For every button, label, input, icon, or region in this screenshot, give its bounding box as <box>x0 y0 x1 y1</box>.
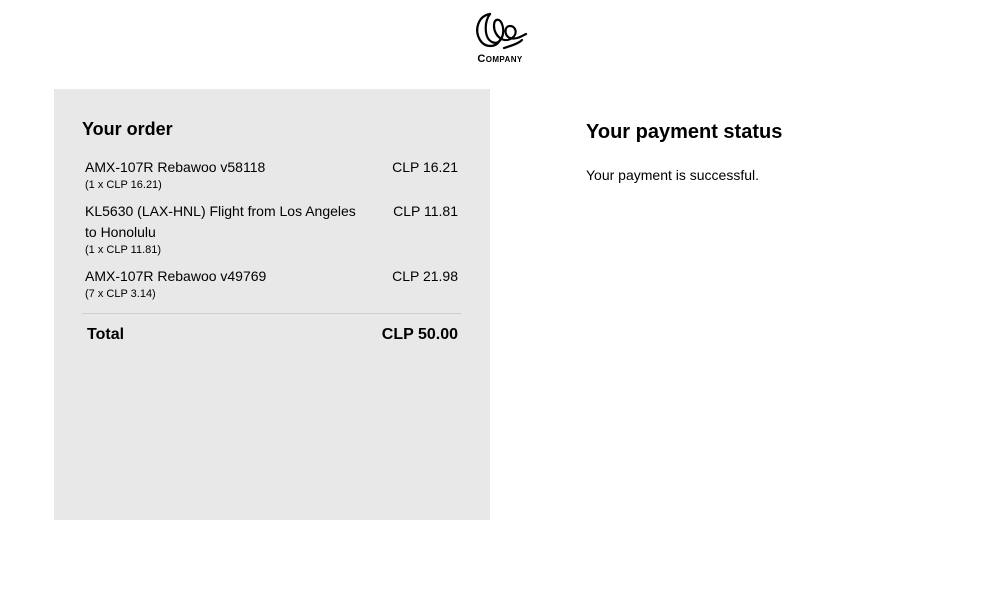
order-total-value: CLP 50.00 <box>381 326 458 343</box>
order-total-divider <box>82 313 461 314</box>
company-logo-icon <box>476 12 528 50</box>
order-total-row: Total CLP 50.00 <box>87 326 458 344</box>
order-summary-panel: Your order AMX-107R Rebawoo v58118 CLP 1… <box>54 89 490 520</box>
order-item-price: CLP 21.98 <box>392 268 458 284</box>
company-logo: Company <box>466 8 534 68</box>
payment-status-title: Your payment status <box>586 121 783 143</box>
order-title: Your order <box>82 119 173 139</box>
order-item: KL5630 (LAX-HNL) Flight from Los Angeles… <box>85 201 458 257</box>
order-item-price: CLP 16.21 <box>392 159 458 175</box>
payment-status-message: Your payment is successful. <box>586 167 760 183</box>
order-item-price: CLP 11.81 <box>393 203 458 219</box>
company-logo-text: Company <box>477 53 523 65</box>
order-item: AMX-107R Rebawoo v58118 CLP 16.21 (1 x C… <box>85 157 458 192</box>
order-item-name: AMX-107R Rebawoo v49769 <box>85 268 267 284</box>
order-item-quantity: (7 x CLP 3.14) <box>85 288 156 300</box>
order-item: AMX-107R Rebawoo v49769 CLP 21.98 (7 x C… <box>85 266 458 301</box>
order-item-name: AMX-107R Rebawoo v58118 <box>85 159 266 175</box>
order-item-quantity: (1 x CLP 16.21) <box>85 179 162 191</box>
order-item-quantity: (1 x CLP 11.81) <box>85 244 162 256</box>
order-item-name: KL5630 (LAX-HNL) Flight from Los Angeles… <box>85 203 356 240</box>
order-items-list: AMX-107R Rebawoo v58118 CLP 16.21 (1 x C… <box>85 157 458 310</box>
order-total-label: Total <box>87 326 125 343</box>
